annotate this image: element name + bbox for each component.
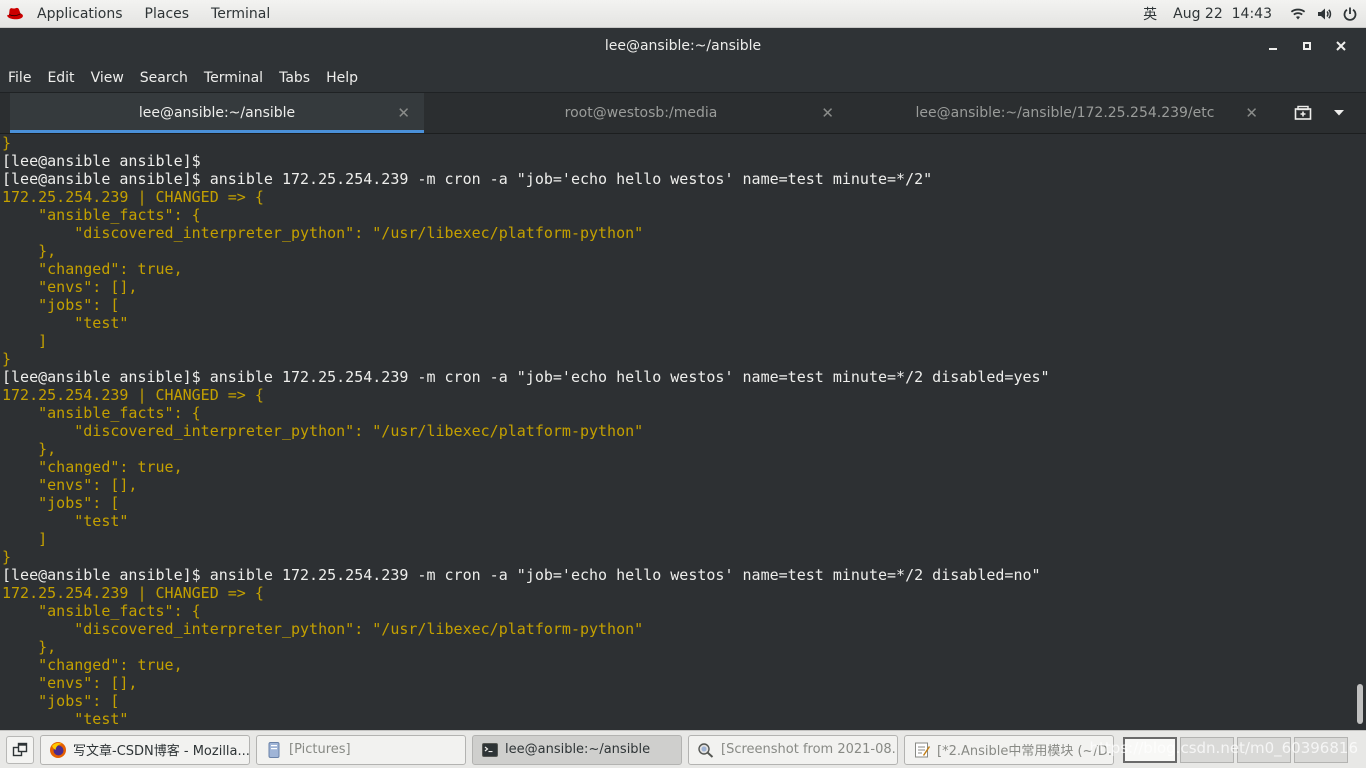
window-titlebar[interactable]: lee@ansible:~/ansible bbox=[0, 28, 1366, 64]
terminal-output-line: "changed": true, bbox=[2, 260, 183, 278]
redhat-logo-icon bbox=[7, 7, 23, 19]
image-viewer-icon bbox=[698, 742, 714, 758]
tab-root-westosb[interactable]: root@westosb:/media ✕ bbox=[434, 93, 848, 133]
terminal-output-line: 172.25.254.239 | CHANGED => { bbox=[2, 386, 264, 404]
applications-menu[interactable]: Applications bbox=[26, 0, 134, 28]
tab-bar: lee@ansible:~/ansible ✕ root@westosb:/me… bbox=[0, 93, 1366, 134]
scrollbar-thumb[interactable] bbox=[1357, 684, 1363, 724]
terminal-output-line: } bbox=[2, 134, 12, 152]
close-window-button[interactable] bbox=[1324, 32, 1358, 60]
terminal-output-line: "jobs": [ bbox=[2, 296, 120, 314]
tab-label: lee@ansible:~/ansible bbox=[138, 105, 296, 121]
tab-close-icon[interactable]: ✕ bbox=[1245, 104, 1258, 122]
task-label: lee@ansible:~/ansible bbox=[505, 742, 651, 757]
taskbar: 写文章-CSDN博客 - Mozilla... [Pictures] lee@a… bbox=[0, 730, 1366, 768]
terminal-output-line: 172.25.254.239 | CHANGED => { bbox=[2, 584, 264, 602]
wifi-icon[interactable] bbox=[1290, 6, 1306, 22]
terminal-output-line: "changed": true, bbox=[2, 656, 183, 674]
task-label: [Screenshot from 2021-08... bbox=[721, 742, 898, 757]
tab-close-icon[interactable]: ✕ bbox=[821, 104, 834, 122]
terminal-output-line: "ansible_facts": { bbox=[2, 602, 201, 620]
menu-tabs[interactable]: Tabs bbox=[271, 70, 318, 86]
terminal-output-line: "test" bbox=[2, 710, 129, 728]
task-label: 写文章-CSDN博客 - Mozilla... bbox=[73, 744, 250, 759]
terminal-prompt-line: [lee@ansible ansible]$ bbox=[2, 152, 201, 170]
terminal-output-line: "discovered_interpreter_python": "/usr/l… bbox=[2, 422, 644, 440]
terminal-output-line: "envs": [], bbox=[2, 278, 138, 296]
terminal-view[interactable]: } [lee@ansible ansible]$ [lee@ansible ansi… bbox=[0, 134, 1354, 730]
taskbar-item-screenshot[interactable]: [Screenshot from 2021-08... bbox=[688, 734, 898, 765]
top-bar: Applications Places Terminal 英 Aug 22 14… bbox=[0, 0, 1366, 28]
terminal-app-menu[interactable]: Terminal bbox=[200, 0, 281, 28]
terminal-scrollbar[interactable] bbox=[1354, 134, 1366, 730]
menu-edit[interactable]: Edit bbox=[39, 70, 82, 86]
menu-terminal[interactable]: Terminal bbox=[196, 70, 271, 86]
tab-label: lee@ansible:~/ansible/172.25.254.239/etc bbox=[915, 105, 1215, 121]
show-desktop-icon bbox=[12, 742, 28, 756]
terminal-output-line: ] bbox=[2, 332, 48, 350]
places-menu[interactable]: Places bbox=[134, 0, 201, 28]
input-method-indicator[interactable]: 英 bbox=[1143, 4, 1157, 24]
terminal-output-line: }, bbox=[2, 440, 57, 458]
minimize-button[interactable] bbox=[1256, 32, 1290, 60]
window-title: lee@ansible:~/ansible bbox=[604, 38, 762, 54]
clock-date: Aug 22 bbox=[1173, 5, 1223, 22]
clock[interactable]: Aug 22 14:43 bbox=[1173, 6, 1272, 22]
task-label: [Pictures] bbox=[289, 742, 351, 757]
maximize-icon bbox=[1303, 42, 1311, 50]
maximize-button[interactable] bbox=[1290, 32, 1324, 60]
new-tab-icon bbox=[1294, 105, 1312, 120]
task-label: [*2.Ansible中常用模块 (~/D... bbox=[937, 744, 1114, 759]
menubar: File Edit View Search Terminal Tabs Help bbox=[0, 64, 1366, 93]
terminal-output-line: "discovered_interpreter_python": "/usr/l… bbox=[2, 620, 644, 638]
clock-time: 14:43 bbox=[1231, 5, 1272, 22]
close-icon bbox=[1336, 41, 1346, 51]
tab-close-icon[interactable]: ✕ bbox=[397, 104, 410, 122]
terminal-output-line: } bbox=[2, 350, 12, 368]
firefox-icon bbox=[50, 741, 66, 758]
volume-icon[interactable] bbox=[1316, 6, 1332, 22]
menu-search[interactable]: Search bbox=[132, 70, 196, 86]
file-manager-icon bbox=[268, 741, 280, 758]
terminal-output: } [lee@ansible ansible]$ [lee@ansible ansi… bbox=[2, 134, 1050, 728]
terminal-output-line: "ansible_facts": { bbox=[2, 206, 201, 224]
show-desktop-button[interactable] bbox=[6, 735, 34, 764]
menu-view[interactable]: View bbox=[83, 70, 132, 86]
taskbar-item-text-editor[interactable]: [*2.Ansible中常用模块 (~/D... bbox=[904, 734, 1114, 765]
text-editor-icon bbox=[915, 742, 930, 757]
terminal-output-line: "test" bbox=[2, 314, 129, 332]
tabs-menu-button[interactable] bbox=[1324, 98, 1354, 128]
tab-lee-ansible-etc[interactable]: lee@ansible:~/ansible/172.25.254.239/etc… bbox=[858, 93, 1272, 133]
terminal-output-line: }, bbox=[2, 242, 57, 260]
power-icon[interactable] bbox=[1342, 6, 1358, 22]
terminal-output-line: }, bbox=[2, 638, 57, 656]
terminal-output-line: "jobs": [ bbox=[2, 494, 120, 512]
taskbar-item-pictures[interactable]: [Pictures] bbox=[256, 734, 466, 765]
terminal-output-line: "ansible_facts": { bbox=[2, 404, 201, 422]
terminal-output-line: "test" bbox=[2, 512, 129, 530]
chevron-down-icon bbox=[1334, 110, 1344, 116]
terminal-output-line: ] bbox=[2, 530, 48, 548]
terminal-output-line: 172.25.254.239 | CHANGED => { bbox=[2, 188, 264, 206]
terminal-prompt-line: [lee@ansible ansible]$ ansible 172.25.25… bbox=[2, 170, 933, 188]
terminal-icon bbox=[482, 742, 498, 757]
taskbar-item-firefox[interactable]: 写文章-CSDN博客 - Mozilla... bbox=[40, 734, 250, 765]
terminal-output-line: "discovered_interpreter_python": "/usr/l… bbox=[2, 224, 644, 242]
taskbar-item-terminal[interactable]: lee@ansible:~/ansible bbox=[472, 734, 682, 765]
menu-help[interactable]: Help bbox=[318, 70, 366, 86]
terminal-output-line: "jobs": [ bbox=[2, 692, 120, 710]
tab-label: root@westosb:/media bbox=[564, 105, 718, 121]
tab-lee-ansible[interactable]: lee@ansible:~/ansible ✕ bbox=[10, 93, 424, 133]
terminal-prompt-line: [lee@ansible ansible]$ ansible 172.25.25… bbox=[2, 566, 1041, 584]
minimize-icon bbox=[1269, 48, 1277, 50]
terminal-output-line: "changed": true, bbox=[2, 458, 183, 476]
terminal-output-line: } bbox=[2, 548, 12, 566]
watermark: https://blog.csdn.net/m0_60396816 bbox=[1089, 739, 1358, 757]
terminal-prompt-line: [lee@ansible ansible]$ ansible 172.25.25… bbox=[2, 368, 1050, 386]
terminal-output-line: "envs": [], bbox=[2, 674, 138, 692]
terminal-output-line: "envs": [], bbox=[2, 476, 138, 494]
menu-file[interactable]: File bbox=[0, 70, 39, 86]
new-tab-button[interactable] bbox=[1288, 98, 1318, 128]
